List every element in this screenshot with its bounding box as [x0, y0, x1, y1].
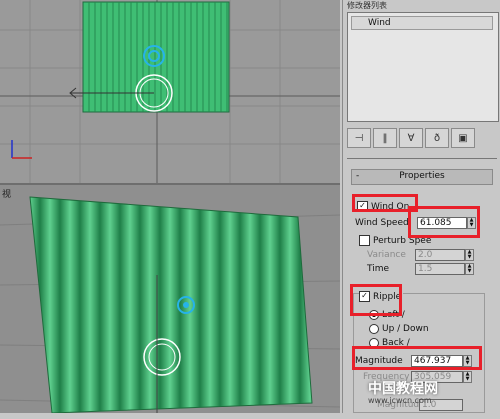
remove-modifier-icon[interactable]: ð — [425, 128, 449, 148]
modifier-list-dropdown[interactable]: 修改器列表 — [347, 0, 497, 10]
stack-toolbar: ⊣ ‖ ∀ ð ▣ — [347, 128, 497, 148]
wind-speed-label: Wind Speed — [355, 218, 409, 228]
radio-icon — [369, 337, 379, 348]
make-unique-icon[interactable]: ∀ — [399, 128, 423, 148]
magnitude-spinner[interactable]: ▲ ▼ — [463, 355, 472, 367]
cloth-plane — [82, 1, 230, 113]
checkbox-checked-icon: ✓ — [359, 291, 370, 302]
variance-label: Variance — [367, 250, 406, 260]
time-label: Time — [367, 264, 390, 274]
time-input[interactable]: 1.5 — [415, 263, 465, 275]
wind-speed-input[interactable]: 61.085 — [417, 217, 467, 229]
modifier-stack[interactable]: Wind — [347, 12, 499, 122]
wind-speed-spinner[interactable]: ▲ ▼ — [467, 217, 476, 229]
radio-selected-icon — [369, 309, 379, 320]
collapse-icon: - — [356, 171, 360, 181]
variance-spinner[interactable]: ▲ ▼ — [465, 249, 474, 261]
radio-back[interactable]: Back / — [369, 337, 410, 349]
perspective-viewport-canvas — [0, 196, 340, 413]
time-spinner[interactable]: ▲ ▼ — [465, 263, 474, 275]
rippled-cloth — [29, 196, 313, 413]
wind-on-checkbox[interactable]: ✓ Wind On — [357, 201, 409, 213]
pin-stack-icon[interactable]: ⊣ — [347, 128, 371, 148]
perturb-checkbox[interactable]: Perturb Spee — [359, 235, 431, 247]
watermark-logo: 中国教程网 www.jcwcn.com — [368, 381, 438, 405]
radio-left[interactable]: Left / — [369, 309, 405, 321]
configure-sets-icon[interactable]: ▣ — [451, 128, 475, 148]
radio-icon — [369, 323, 379, 334]
perspective-viewport[interactable]: 视 — [0, 185, 340, 413]
checkbox-unchecked-icon — [359, 235, 370, 246]
command-panel: 修改器列表 Wind ⊣ ‖ ∀ ð ▣ - Properties ✓ Wind … — [342, 0, 500, 413]
properties-rollout-header[interactable]: - Properties — [351, 169, 493, 185]
checkbox-checked-icon: ✓ — [357, 201, 368, 212]
top-viewport[interactable] — [0, 0, 340, 185]
magnitude-label: Magnitude — [355, 356, 403, 366]
stack-item-wind[interactable]: Wind — [351, 16, 493, 30]
radio-up-down[interactable]: Up / Down — [369, 323, 429, 335]
show-end-result-icon[interactable]: ‖ — [373, 128, 397, 148]
ripple-checkbox[interactable]: ✓ Ripple — [359, 291, 404, 303]
top-viewport-canvas — [0, 0, 340, 183]
variance-input[interactable]: 2.0 — [415, 249, 465, 261]
rollout-title: Properties — [399, 171, 445, 181]
magnitude-input[interactable]: 467.937 — [411, 355, 463, 367]
